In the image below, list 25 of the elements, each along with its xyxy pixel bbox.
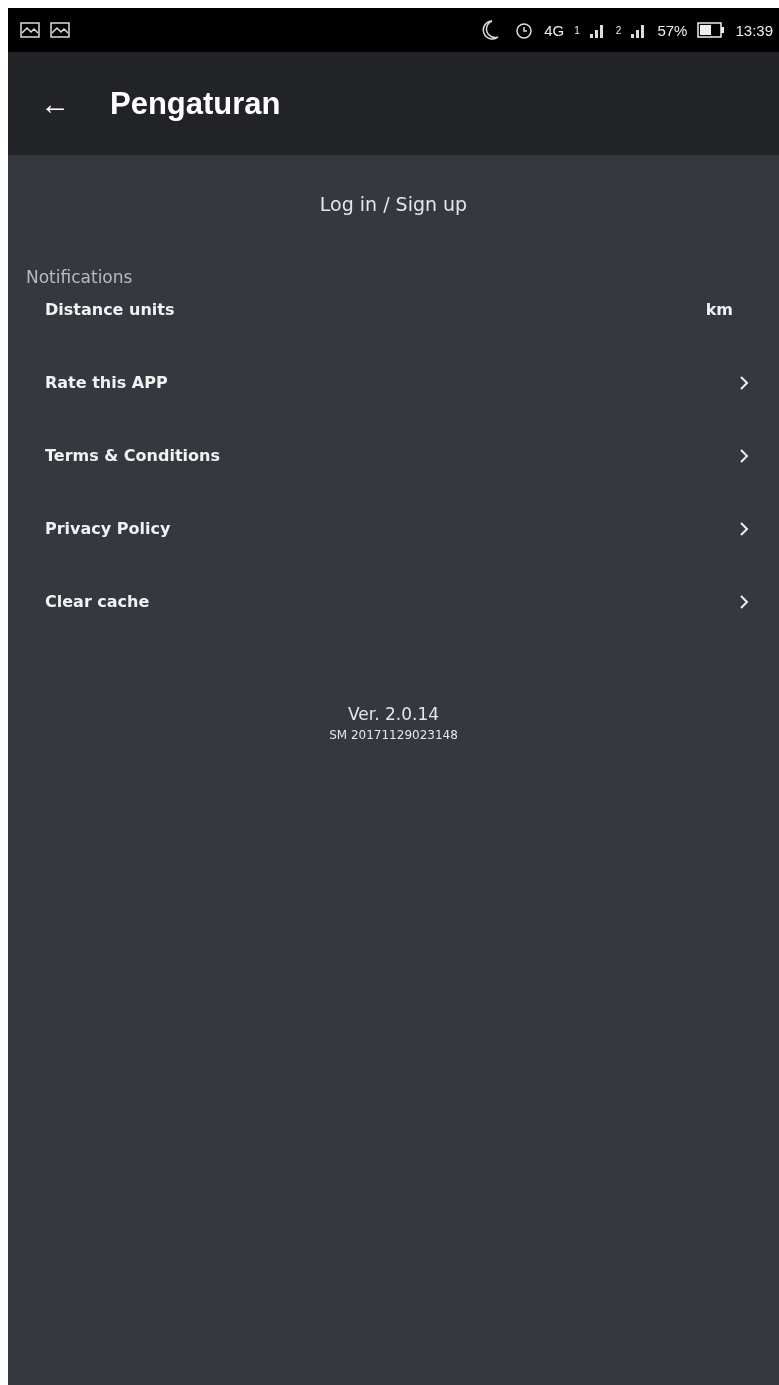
setting-label[interactable]: Distance units (45, 300, 175, 319)
chevron-right-icon (739, 593, 749, 610)
back-button[interactable]: ← (40, 86, 70, 121)
setting-label[interactable]: Terms & Conditions (45, 446, 220, 465)
setting-value: km (705, 300, 733, 319)
sim-number: 2 (615, 24, 622, 36)
login-link[interactable]: Log in / Sign up (319, 193, 468, 215)
chevron-right-icon (739, 374, 749, 391)
network-type: 4G (544, 21, 565, 39)
screen-title: Pengaturan (110, 85, 281, 122)
setting-label[interactable]: Privacy Policy (45, 519, 171, 538)
chevron-right-icon (739, 520, 749, 537)
battery-icon (697, 22, 726, 38)
setting-label[interactable]: Rate this APP (45, 373, 168, 392)
picture-icon (50, 22, 70, 38)
picture-icon (20, 22, 40, 38)
sim-number: 1 (574, 24, 580, 36)
alarm-clock-icon (514, 20, 535, 40)
setting-label[interactable]: Clear cache (45, 592, 150, 611)
build-number: SM 20171129023148 (329, 728, 458, 742)
section-header: Notifications (26, 267, 134, 287)
version-text: Ver. 2.0.14 (347, 704, 440, 724)
clock-time: 13:39 (735, 21, 773, 39)
chevron-right-icon (739, 447, 749, 464)
battery-percent: 57% (657, 21, 688, 39)
